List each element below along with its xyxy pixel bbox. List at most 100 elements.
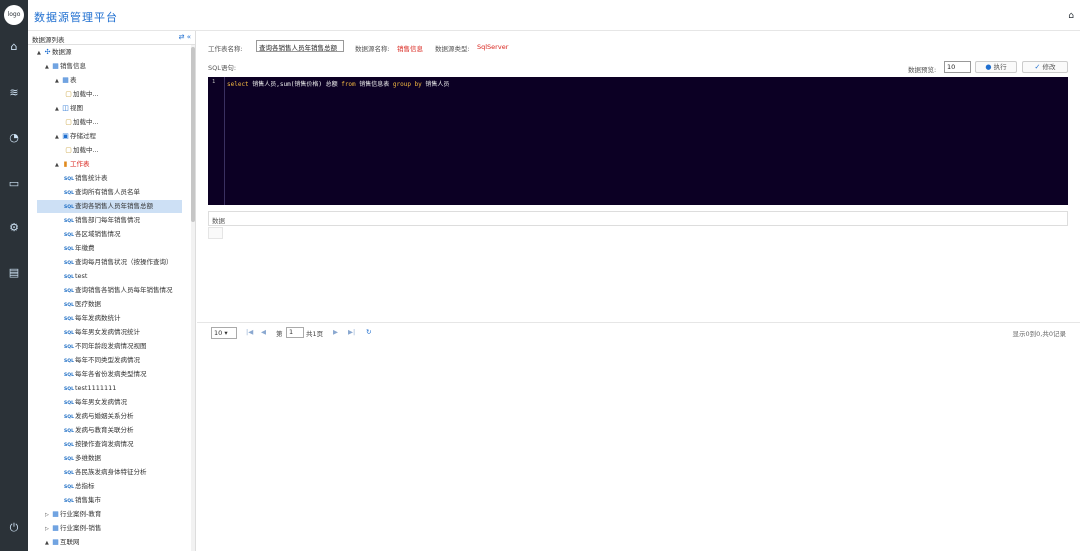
sql-icon: SQL — [64, 387, 74, 392]
settings-icon[interactable]: ⚙ — [0, 219, 28, 237]
sql-code-line[interactable]: select 销售人员,sum(销售价格) 总额 from 销售信息表 grou… — [227, 79, 449, 88]
tree-scrollbar[interactable] — [191, 45, 195, 551]
sql-icon: SQL — [64, 415, 74, 420]
first-page-icon[interactable]: |◀ — [246, 328, 253, 336]
tree-item-label: 每年发病数统计 — [75, 314, 121, 322]
sql-icon: SQL — [64, 429, 74, 434]
tree-item-label: 各区域销售情况 — [75, 230, 121, 238]
sql-icon: SQL — [64, 205, 74, 210]
tree-item-sql[interactable]: SQLtest — [37, 270, 182, 283]
tree-item-sql[interactable]: SQL销售集市 — [37, 494, 182, 507]
tree-item-sql[interactable]: SQLtest1111111 — [37, 382, 182, 395]
sheet-name-input[interactable]: 查询各销售人员年销售总额 — [256, 40, 344, 52]
tree-item[interactable]: ▲ ▦销售信息 — [45, 60, 86, 73]
sql-icon: SQL — [64, 303, 74, 308]
sql-icon: SQL — [64, 401, 74, 406]
database-icon: ▦ — [52, 510, 59, 518]
tree-item[interactable]: ▲ ▦表 — [55, 74, 77, 87]
sql-editor[interactable]: 1 select 销售人员,sum(销售价格) 总额 from 销售信息表 gr… — [208, 77, 1068, 205]
tree-item-sql[interactable]: SQL发病与婚姻关系分析 — [37, 410, 182, 423]
tree-item-sql[interactable]: SQL各区域销售情况 — [37, 228, 182, 241]
tree-item-label: 销售集市 — [75, 496, 101, 504]
tree-item[interactable]: ▲ ◫视图 — [55, 102, 83, 115]
tree-item-sql[interactable]: SQL每年发病数统计 — [37, 312, 182, 325]
tree-item-sql[interactable]: SQL总指标 — [37, 480, 182, 493]
datasource-root-icon: ✣ — [44, 48, 51, 56]
tree-item-sql[interactable]: SQL医疗数据 — [37, 298, 182, 311]
tree-item-label: 互联网 — [60, 538, 80, 546]
database-icon: ▦ — [52, 538, 59, 546]
refresh-icon[interactable]: ⇄ « — [179, 33, 191, 41]
tree-item[interactable]: ▷ ▦行业案例-教育 — [45, 508, 101, 521]
tree-item[interactable]: ▲ ▮ 工作表 — [55, 158, 90, 171]
tree-item-sql[interactable]: SQL各民族发病身体特征分析 — [37, 466, 182, 479]
tree-item-sql[interactable]: SQL查询各销售人员年销售总额 — [37, 200, 182, 213]
tree-item-label: 加载中... — [73, 118, 99, 126]
tree-item-sql[interactable]: SQL查询每月销售状况（按操作查询） — [37, 256, 182, 269]
source-name-label: 数据源名称: — [355, 45, 390, 53]
tree-item-sql[interactable]: SQL查询所有销售人员名单 — [37, 186, 182, 199]
prev-page-icon[interactable]: ◀ — [261, 328, 266, 336]
app-logo[interactable]: logo — [4, 5, 24, 25]
tree-item[interactable]: ▢加载中... — [64, 116, 99, 129]
modify-button[interactable]: ✓ 修改 — [1022, 61, 1068, 73]
tree-item-sql[interactable]: SQL销售统计表 — [37, 172, 182, 185]
document-icon: ▢ — [65, 146, 72, 154]
source-name-value: 销售信息 — [397, 45, 423, 53]
tree-item[interactable]: ▲ ✣ 数据源 — [37, 46, 72, 59]
pager-info: 显示0到0,共0记录 — [1012, 330, 1066, 338]
tree-item-label: 查询所有销售人员名单 — [75, 188, 140, 196]
tree-item-sql[interactable]: SQL按操作查询发病情况 — [37, 438, 182, 451]
sql-keyword: select — [227, 81, 249, 88]
tree-item-sql[interactable]: SQL每年男女发病情况统计 — [37, 326, 182, 339]
tree-item[interactable]: ▲ ▦互联网 — [45, 536, 80, 549]
tree-item-sql[interactable]: SQL查询销售各销售人员每年销售情况 — [37, 284, 182, 297]
page-size-select[interactable]: 10 ▾ — [211, 327, 237, 339]
datasource-tree-panel: 数据源列表 ⇄ « ▲ ✣ 数据源 ▲ ▦销售信息 ▲ ▦表 ▢加载中... ▲ ◫视图 ▢加载中.… — [28, 31, 196, 551]
tree-item[interactable]: ▢加载中... — [64, 144, 99, 157]
tree-item-label: 行业案例-教育 — [60, 510, 102, 518]
tree-header: 数据源列表 ⇄ « — [28, 31, 195, 45]
sql-keyword: group by — [392, 81, 422, 88]
reload-icon[interactable]: ↻ — [366, 328, 371, 336]
tree-item-label: 各民族发病身体特征分析 — [75, 468, 147, 476]
execute-button[interactable]: ● 执行 — [975, 61, 1017, 73]
sql-icon: SQL — [64, 331, 74, 336]
tree-item-sql[interactable]: SQL年缴费 — [37, 242, 182, 255]
tree-item-label: 行业案例-销售 — [60, 524, 102, 532]
tree-item[interactable]: ▢加载中... — [64, 88, 99, 101]
tree-item-sql[interactable]: SQL每年各省份发病类型情况 — [37, 368, 182, 381]
home-icon[interactable]: ⌂ — [0, 38, 28, 56]
tree-item-label: 每年不同类型发病情况 — [75, 356, 140, 364]
tree-item[interactable]: ▷ ▦行业案例-销售 — [45, 522, 101, 535]
preview-count-input[interactable]: 10 — [944, 61, 971, 73]
sql-icon: SQL — [64, 471, 74, 476]
page-number-input[interactable]: 1 — [286, 327, 304, 338]
tree-item-sql[interactable]: SQL每年不同类型发病情况 — [37, 354, 182, 367]
tree-item[interactable]: ▲ ▣存储过程 — [55, 130, 96, 143]
tree-item-sql[interactable]: SQL多维数据 — [37, 452, 182, 465]
procedure-icon: ▣ — [62, 132, 69, 140]
tree-item-sql[interactable]: SQL每年男女发病情况 — [37, 396, 182, 409]
tree-item-sql[interactable]: SQL不同年龄段发病情况视图 — [37, 340, 182, 353]
database-icon: ▦ — [52, 524, 59, 532]
power-icon[interactable]: ⏻ — [0, 519, 28, 537]
editor-gutter: 1 — [208, 77, 225, 205]
tree-item-label: 数据源 — [52, 48, 72, 56]
pdf-icon[interactable]: ▤ — [0, 264, 28, 282]
tree-item-label: 按操作查询发病情况 — [75, 440, 134, 448]
tree-item-label: 销售信息 — [60, 62, 86, 70]
tree-item-sql[interactable]: SQL发病与教育关联分析 — [37, 424, 182, 437]
last-page-icon[interactable]: ▶| — [348, 328, 355, 336]
dashboard-icon[interactable]: ◔ — [0, 129, 28, 147]
line-number: 1 — [212, 79, 216, 85]
next-page-icon[interactable]: ▶ — [333, 328, 338, 336]
tree-item-label: 销售统计表 — [75, 174, 108, 182]
tree-item-sql[interactable]: SQL销售部门每年销售情况 — [37, 214, 182, 227]
source-type-value: SqlServer — [477, 43, 509, 51]
monitor-icon[interactable]: ▭ — [0, 175, 28, 193]
tree-item-label: test — [75, 272, 88, 280]
database-icon[interactable]: ≋ — [0, 84, 28, 102]
scroll-thumb[interactable] — [191, 47, 195, 222]
home-icon[interactable]: ⌂ — [1068, 11, 1074, 21]
